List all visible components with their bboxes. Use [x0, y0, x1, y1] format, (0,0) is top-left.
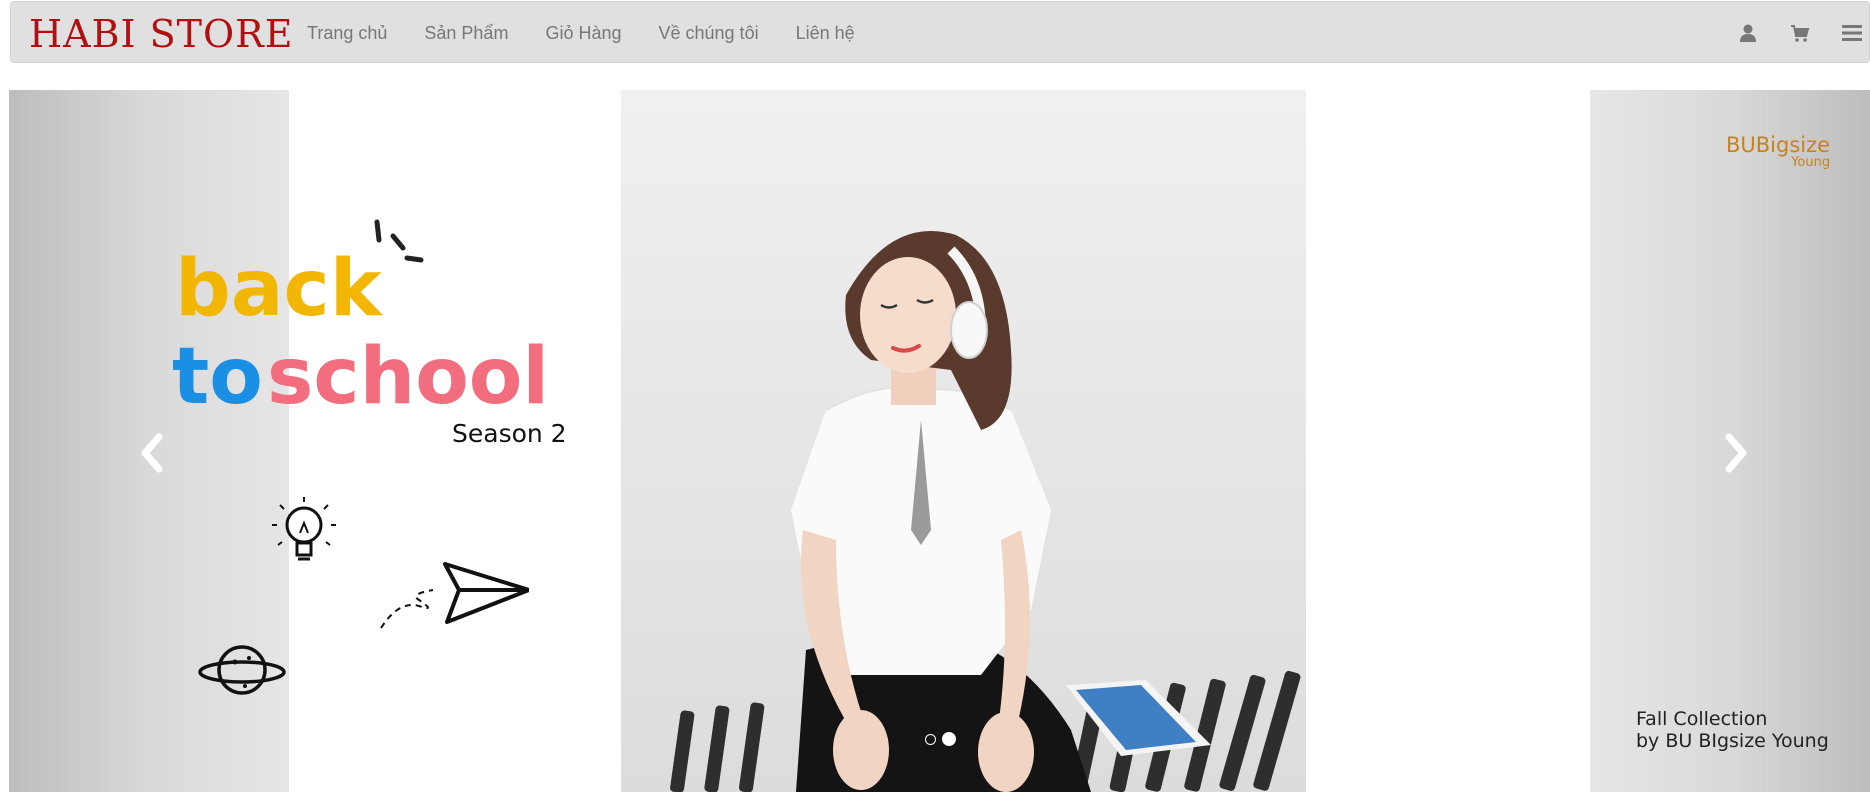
headline-back: back — [175, 244, 382, 334]
menu-icon[interactable] — [1837, 18, 1867, 48]
model-photo — [621, 90, 1306, 792]
user-icon[interactable] — [1733, 18, 1763, 48]
lightbulb-icon — [272, 497, 336, 561]
collection-line1: Fall Collection — [1636, 708, 1768, 730]
nav-link-home[interactable]: Trang chủ — [307, 23, 387, 44]
nav-link-cart[interactable]: Giỏ Hàng — [545, 23, 621, 44]
carousel-indicator-1[interactable] — [925, 733, 936, 745]
accent-marks-icon — [374, 219, 424, 263]
cart-icon[interactable] — [1785, 18, 1815, 48]
nav-link-products[interactable]: Sản Phẩm — [424, 23, 508, 44]
brand-watermark-line2: Young — [1791, 155, 1831, 170]
brand-watermark: BUBigsize Young — [1726, 133, 1831, 170]
collection-line2: by BU BIgsize Young — [1636, 730, 1829, 752]
chevron-left-icon — [141, 433, 163, 473]
season-label: Season 2 — [452, 419, 567, 448]
brand-logo[interactable]: HABI STORE — [29, 8, 293, 60]
headline-school: school — [267, 332, 550, 422]
carousel-indicator-2[interactable] — [942, 732, 956, 746]
slide-photo — [621, 90, 1306, 792]
headline-to: to — [172, 332, 263, 422]
carousel-next-button[interactable] — [1716, 428, 1756, 478]
nav-link-contact[interactable]: Liên hệ — [796, 23, 855, 44]
navbar: HABI STORE Trang chủ Sản Phẩm Giỏ Hàng V… — [10, 1, 1870, 63]
paper-plane-icon — [380, 562, 529, 629]
chevron-right-icon — [1725, 433, 1747, 473]
carousel-indicators — [925, 732, 962, 746]
brand-watermark-line1: BUBigsize — [1726, 133, 1831, 157]
planet-icon — [198, 645, 286, 695]
nav-link-about[interactable]: Về chúng tôi — [659, 23, 759, 44]
nav-links: Trang chủ Sản Phẩm Giỏ Hàng Về chúng tôi… — [307, 2, 892, 64]
carousel-prev-button[interactable] — [132, 428, 172, 478]
hero-carousel: back to school Season 2 BUBigsize Young … — [9, 90, 1870, 792]
nav-actions — [1711, 2, 1869, 64]
collection-caption: Fall Collection by BU BIgsize Young — [1636, 708, 1829, 752]
